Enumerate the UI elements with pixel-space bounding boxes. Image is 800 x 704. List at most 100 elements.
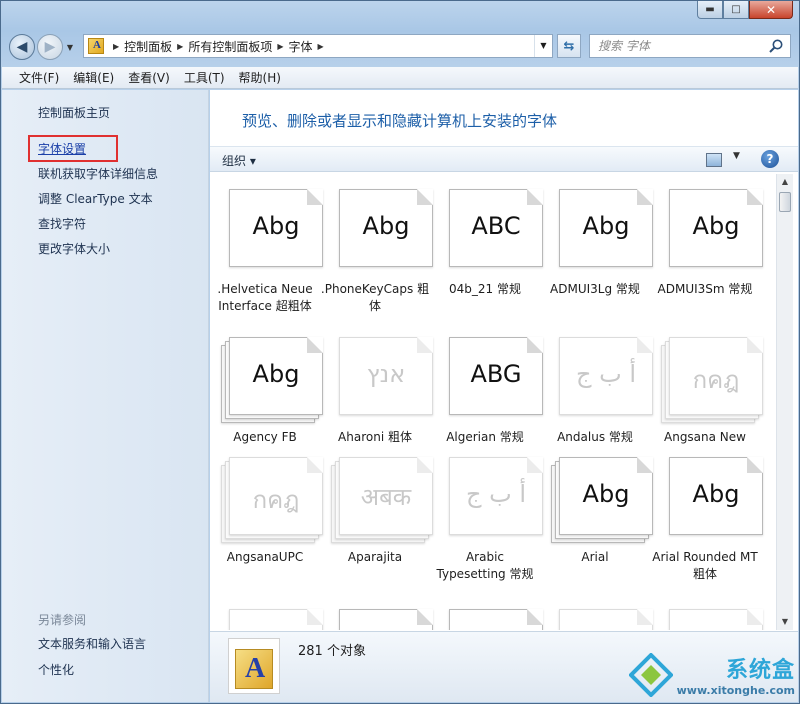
font-sample-text: Abg [692, 480, 740, 508]
font-preview-icon: Abg [669, 457, 765, 537]
fonts-folder-large-icon: A [228, 638, 280, 694]
font-name-label: Arial Rounded MT 粗体 [652, 550, 758, 581]
command-bar: 组织 ▾ ▼ ? [210, 146, 798, 172]
font-preview-icon: A b [449, 609, 545, 630]
font-sample-text: Abg [252, 360, 300, 388]
control-panel-home-link[interactable]: 控制面板主页 [38, 104, 110, 121]
navigation-bar: ◀ ▶ ▼ ▶ 控制面板 ▶ 所有控制面板项 ▶ 字体 ▶ ▼ ⇆ [9, 31, 791, 63]
view-options-dropdown[interactable]: ▼ [733, 151, 740, 161]
breadcrumb-control-panel[interactable]: 控制面板 [124, 38, 172, 55]
recent-pages-dropdown[interactable]: ▼ [64, 43, 76, 52]
help-icon[interactable]: ? [761, 150, 779, 168]
font-name-label: Arabic Typesetting 常规 [436, 550, 534, 581]
font-sample-text: ABC [471, 212, 521, 240]
back-button[interactable]: ◀ [9, 34, 35, 60]
font-preview-icon [559, 609, 655, 630]
font-preview-icon: ABC [449, 189, 545, 269]
chevron-right-icon[interactable]: ▶ [177, 42, 183, 51]
font-preview-icon: กคฎ [221, 457, 325, 543]
menu-bar: 文件(F) 编辑(E) 查看(V) 工具(T) 帮助(H) [2, 67, 798, 89]
menu-file[interactable]: 文件(F) [12, 69, 66, 86]
address-dropdown[interactable]: ▼ [534, 35, 552, 57]
font-preview-icon: Abg [339, 189, 435, 269]
refresh-button[interactable]: ⇆ [557, 34, 581, 58]
font-name-label: 04b_21 常规 [449, 282, 521, 296]
font-preview-icon: Abg [669, 189, 765, 269]
see-also-heading: 另请参阅 [38, 613, 87, 627]
font-name-label: Agency FB [233, 430, 297, 444]
font-sample-text: Abg [362, 212, 410, 240]
chevron-right-icon[interactable]: ▶ [318, 42, 324, 51]
font-sample-text: Abg [582, 480, 630, 508]
breadcrumb-all-items[interactable]: 所有控制面板项 [188, 38, 272, 55]
minimize-button[interactable]: ▬ [697, 1, 723, 19]
watermark-url: www.xitonghe.com [676, 684, 795, 697]
page-title: 预览、删除或者显示和隐藏计算机上安装的字体 [242, 112, 558, 130]
font-preview-icon: אנץ [339, 337, 435, 417]
font-preview-icon: أ ب ج [449, 457, 545, 537]
font-name-label: Aharoni 粗体 [338, 430, 412, 444]
vertical-scrollbar[interactable]: ▲ ▼ [776, 174, 793, 630]
font-name-label: Algerian 常规 [446, 430, 524, 444]
font-preview-icon: أ ب ج [559, 337, 655, 417]
menu-tools[interactable]: 工具(T) [177, 69, 232, 86]
find-character-link[interactable]: 查找字符 [38, 215, 86, 232]
menu-help[interactable]: 帮助(H) [232, 69, 288, 86]
chevron-right-icon[interactable]: ▶ [113, 42, 119, 51]
watermark: 系统盒 www.xitonghe.com [628, 652, 795, 697]
scroll-up-arrow[interactable]: ▲ [777, 174, 793, 190]
menu-edit[interactable]: 编辑(E) [66, 69, 121, 86]
object-count: 281 个对象 [298, 644, 366, 659]
search-box[interactable] [589, 34, 791, 58]
font-sample-text: Abg [692, 212, 740, 240]
font-sample-text: ABG [470, 360, 522, 388]
font-name-label: .Helvetica Neue Interface 超粗体 [217, 282, 313, 313]
font-sample-text: กคฎ [692, 366, 740, 394]
font-name-label: AngsanaUPC [226, 550, 304, 564]
font-sample-text: أ ب ج [575, 360, 636, 388]
font-settings-link[interactable]: 字体设置 [28, 135, 119, 162]
font-name-label: ADMUI3Lg 常规 [550, 282, 640, 296]
chevron-right-icon[interactable]: ▶ [277, 42, 283, 51]
personalization-link[interactable]: 个性化 [38, 661, 74, 678]
explorer-window: ▬ □ ✕ ◀ ▶ ▼ ▶ 控制面板 ▶ 所有控制面板项 ▶ 字体 ▶ ▼ ⇆ [0, 0, 800, 704]
scroll-thumb[interactable] [779, 192, 791, 212]
change-font-size-link[interactable]: 更改字体大小 [38, 240, 110, 257]
get-font-info-link[interactable]: 联机获取字体详细信息 [38, 165, 158, 182]
maximize-button[interactable]: □ [723, 1, 749, 19]
font-preview-icon: Abg [559, 189, 655, 269]
change-view-icon[interactable] [706, 153, 722, 167]
organize-button[interactable]: 组织 ▾ [222, 152, 256, 169]
font-preview-icon: a a [229, 609, 325, 630]
font-preview-icon: Abg [221, 337, 325, 423]
cleartype-link[interactable]: 调整 ClearType 文本 [38, 190, 153, 207]
scroll-down-arrow[interactable]: ▼ [777, 614, 793, 630]
watermark-logo [628, 652, 673, 697]
font-name-label: Arial [581, 550, 609, 564]
task-pane: 控制面板主页 字体设置 联机获取字体详细信息 调整 ClearType 文本 查… [2, 90, 209, 702]
search-icon[interactable] [768, 38, 784, 54]
watermark-title: 系统盒 [725, 658, 795, 683]
font-sample-text: กคฎ [252, 486, 300, 514]
forward-button[interactable]: ▶ [37, 34, 63, 60]
font-preview-icon: अबक [331, 457, 435, 543]
font-preview-icon: Abg [551, 457, 655, 543]
caption-buttons: ▬ □ ✕ [697, 1, 793, 19]
font-preview-icon: กคฎ [661, 337, 765, 423]
search-input[interactable] [598, 39, 790, 53]
font-name-label: Angsana New [664, 430, 746, 444]
font-preview-icon: ABG [449, 337, 545, 417]
font-name-label: Aparajita [347, 550, 403, 564]
breadcrumb-fonts[interactable]: 字体 [289, 38, 313, 55]
font-grid: Abg .Helvetica Neue Interface 超粗体 Abg .Phon… [210, 174, 776, 630]
text-services-link[interactable]: 文本服务和输入语言 [38, 635, 146, 652]
fonts-folder-icon [88, 38, 104, 54]
font-name-label: Andalus 常规 [557, 430, 633, 444]
address-bar[interactable]: ▶ 控制面板 ▶ 所有控制面板项 ▶ 字体 ▶ ▼ [83, 34, 553, 58]
font-preview-icon: Abg [229, 189, 325, 269]
menu-view[interactable]: 查看(V) [121, 69, 177, 86]
close-button[interactable]: ✕ [749, 1, 793, 19]
content-pane: 预览、删除或者显示和隐藏计算机上安装的字体 组织 ▾ ▼ ? Abg .Helve… [210, 90, 798, 702]
font-sample-text: אנץ [366, 360, 406, 388]
font-sample-text: أ ب ج [465, 480, 526, 508]
